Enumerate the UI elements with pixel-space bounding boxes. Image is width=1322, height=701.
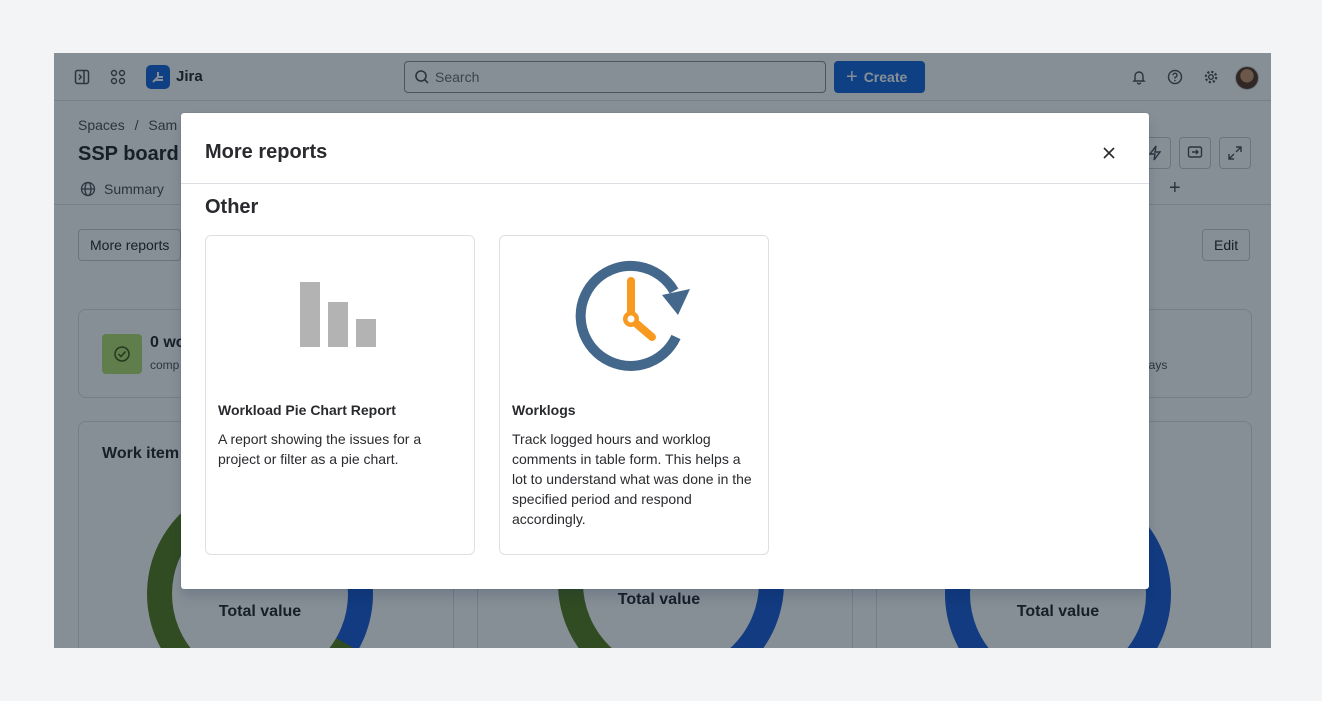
report-card-worklogs[interactable]: Worklogs Track logged hours and worklog … [499,235,769,555]
clock-refresh-icon [500,236,768,396]
report-description: A report showing the issues for a projec… [218,431,422,467]
report-description: Track logged hours and worklog comments … [512,431,752,527]
report-name: Worklogs [512,402,576,418]
report-card-workload-pie-chart[interactable]: Workload Pie Chart Report A report showi… [205,235,475,555]
close-icon[interactable] [1097,141,1121,165]
report-name: Workload Pie Chart Report [218,402,396,418]
modal-title: More reports [205,141,328,163]
section-title: Other [205,196,259,218]
more-reports-modal: More reports Other Workload Pie Chart Re… [181,113,1149,589]
modal-header: More reports [181,113,1149,184]
bar-chart-icon [206,236,474,396]
